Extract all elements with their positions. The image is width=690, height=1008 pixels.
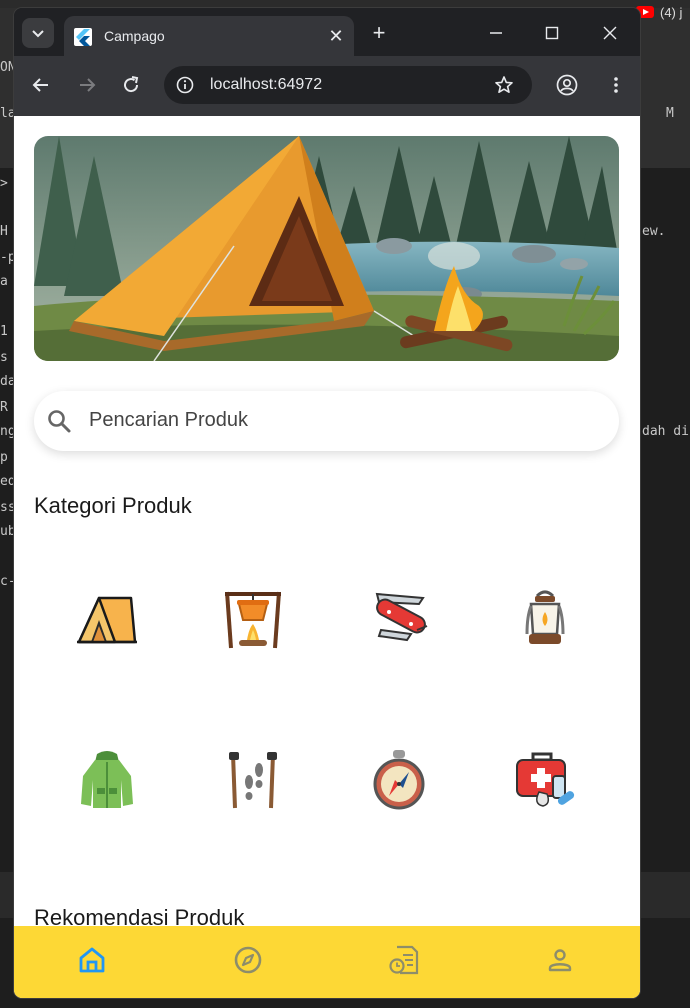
multitool-knife-icon — [375, 592, 428, 642]
hero-banner-image — [34, 136, 619, 361]
chevron-down-icon — [32, 30, 44, 38]
background-tab-label: (4) j — [660, 5, 683, 20]
background-panel — [640, 872, 690, 918]
campfire-cooking-icon — [225, 591, 281, 649]
compass-nav-icon — [234, 946, 262, 974]
background-text: p — [0, 450, 8, 465]
new-tab-button[interactable]: + — [366, 20, 392, 46]
background-panel — [0, 872, 14, 918]
flutter-icon — [74, 28, 92, 46]
page-viewport: Kategori Produk — [14, 116, 640, 998]
first-aid-kit-icon — [516, 752, 575, 807]
background-text: ew. — [642, 224, 666, 239]
close-tab-icon[interactable]: ✕ — [326, 26, 346, 46]
tab-bar: Campago ✕ + — [14, 8, 640, 56]
category-compass[interactable] — [349, 730, 449, 830]
background-text: M — [666, 106, 674, 121]
compass-icon — [373, 750, 425, 810]
tent-icon — [77, 596, 137, 644]
background-text: H — [0, 224, 8, 239]
background-text: 1 — [0, 324, 8, 339]
category-cooking[interactable] — [203, 568, 303, 668]
category-jacket[interactable] — [57, 730, 157, 830]
person-icon — [548, 949, 572, 972]
kebab-menu-icon[interactable] — [606, 72, 626, 98]
forward-arrow-icon[interactable] — [74, 72, 100, 98]
tab-search-button[interactable] — [22, 18, 54, 48]
background-text: R — [0, 400, 8, 415]
close-window-icon[interactable] — [596, 20, 624, 46]
trekking-poles-icon — [229, 752, 277, 809]
category-lantern[interactable] — [495, 568, 595, 668]
browser-window: Campago ✕ + localhost:64972 Pencarian Pr… — [14, 8, 640, 998]
browser-toolbar: localhost:64972 — [14, 56, 640, 116]
profile-icon[interactable] — [554, 72, 580, 98]
desktop-top-bar — [0, 0, 690, 8]
jacket-icon — [81, 751, 133, 808]
home-icon — [79, 947, 105, 973]
nav-profile[interactable] — [542, 942, 578, 978]
nav-explore[interactable] — [230, 942, 266, 978]
product-search-bar[interactable] — [34, 391, 619, 451]
tab-title: Campago — [104, 28, 165, 44]
background-text: s — [0, 350, 8, 365]
category-section-title: Kategori Produk — [34, 493, 192, 518]
background-text: > — [0, 176, 8, 191]
tab-campago[interactable]: Campago ✕ — [64, 16, 354, 56]
category-multitool[interactable] — [349, 568, 449, 668]
site-info-icon[interactable] — [174, 74, 196, 96]
search-icon — [46, 408, 72, 434]
bottom-navigation — [14, 926, 640, 998]
maximize-icon[interactable] — [538, 20, 566, 46]
document-history-icon — [389, 945, 419, 975]
category-trekking[interactable] — [203, 730, 303, 830]
minimize-icon[interactable] — [482, 20, 510, 46]
nav-home[interactable] — [74, 942, 110, 978]
background-text: a — [0, 274, 8, 289]
url-text[interactable]: localhost:64972 — [210, 76, 322, 94]
background-text: dah dik — [642, 424, 690, 439]
reload-icon[interactable] — [118, 72, 144, 98]
lantern-icon — [525, 590, 565, 644]
search-input[interactable] — [89, 409, 569, 432]
category-first-aid[interactable] — [495, 730, 595, 830]
category-tent[interactable] — [57, 568, 157, 668]
nav-orders[interactable] — [386, 942, 422, 978]
bookmark-star-icon[interactable] — [492, 73, 516, 97]
address-bar[interactable]: localhost:64972 — [164, 66, 532, 104]
back-arrow-icon[interactable] — [28, 72, 54, 98]
